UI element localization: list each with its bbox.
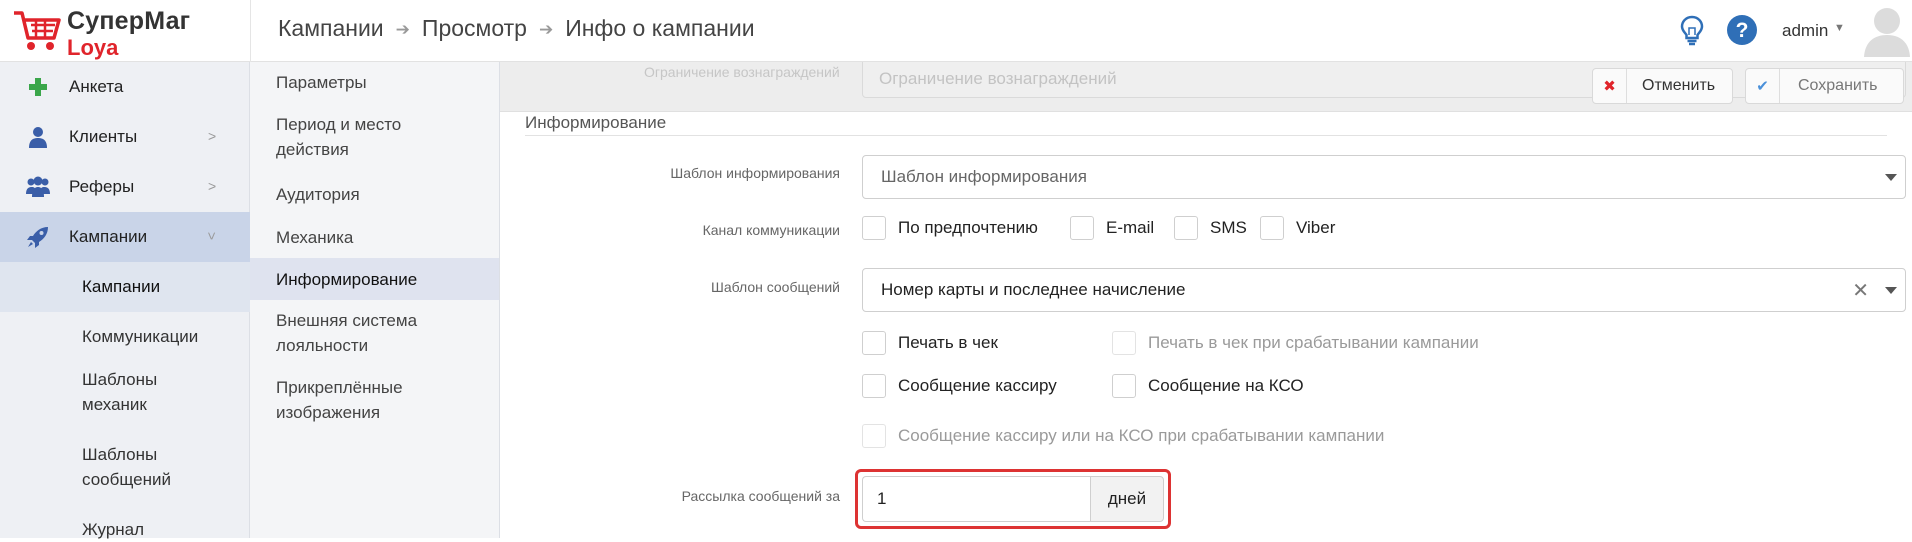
template-select-value: Шаблон информирования xyxy=(881,167,1087,186)
checkbox-box[interactable] xyxy=(862,424,886,448)
checkbox-box[interactable] xyxy=(1112,374,1136,398)
checkbox-box[interactable] xyxy=(862,374,886,398)
chevron-right-icon: > xyxy=(208,128,217,144)
caret-down-icon xyxy=(1885,287,1897,294)
kso-message-checkbox[interactable]: Сообщение на КСО xyxy=(1112,374,1304,398)
lightbulb-icon[interactable] xyxy=(1676,14,1708,46)
avatar[interactable] xyxy=(1863,3,1911,57)
checkbox-label: SMS xyxy=(1210,218,1247,237)
main-content: Ограничение вознаграждений Ограничение в… xyxy=(500,58,1912,538)
users-icon xyxy=(26,176,50,197)
chevron-down-icon[interactable]: ▼ xyxy=(1834,22,1845,34)
section-nav: Параметры Период и место действия Аудито… xyxy=(250,62,500,538)
sidebar-subitem-message-templates[interactable]: Шаблоны сообщений xyxy=(0,442,175,492)
action-bar: Ограничение вознаграждений Ограничение в… xyxy=(500,58,1912,112)
svg-text:?: ? xyxy=(1736,19,1749,42)
template-label: Шаблон информирования xyxy=(670,165,840,181)
cashier-message-checkbox[interactable]: Сообщение кассиру xyxy=(862,374,1057,398)
mailing-days-input[interactable]: 1 xyxy=(862,476,1090,522)
sidebar-subitem-campaigns[interactable]: Кампании xyxy=(0,262,250,312)
mailing-days-unit: дней xyxy=(1090,476,1164,522)
plus-icon xyxy=(29,78,47,96)
help-icon[interactable]: ? xyxy=(1726,14,1758,46)
checkbox-box[interactable] xyxy=(1260,216,1284,240)
section-item-mechanics[interactable]: Механика xyxy=(250,225,499,250)
sidebar-item-campaigns[interactable]: Кампании > xyxy=(0,212,250,262)
section-title: Информирование xyxy=(525,113,667,132)
arrow-right-icon: ➔ xyxy=(395,19,410,39)
section-item-period-place[interactable]: Период и место действия xyxy=(250,112,420,162)
template-select[interactable]: Шаблон информирования xyxy=(862,155,1906,199)
section-item-external-loyalty[interactable]: Внешняя система лояльности xyxy=(250,308,440,358)
mailing-label: Рассылка сообщений за xyxy=(681,488,840,504)
header-divider xyxy=(250,0,251,62)
sidebar-item-label: Кампании xyxy=(69,227,148,246)
cancel-label: Отменить xyxy=(1642,77,1716,94)
channel-preference-checkbox[interactable]: По предпочтению xyxy=(862,216,1038,240)
channel-viber-checkbox[interactable]: Viber xyxy=(1260,216,1335,240)
main-sidebar: Анкета Клиенты > Реферы > Кампании > Кам… xyxy=(0,62,250,539)
checkbox-box[interactable] xyxy=(1070,216,1094,240)
print-receipt-checkbox[interactable]: Печать в чек xyxy=(862,331,998,355)
sidebar-subitem-communications[interactable]: Коммуникации xyxy=(0,312,250,362)
caret-down-icon xyxy=(1885,174,1897,181)
section-item-informing[interactable]: Информирование xyxy=(250,258,499,300)
chevron-down-icon: > xyxy=(204,231,221,241)
sidebar-item-clients[interactable]: Клиенты > xyxy=(0,112,250,162)
checkbox-label: Печать в чек xyxy=(898,333,998,352)
sidebar-item-questionnaire[interactable]: Анкета xyxy=(0,62,250,112)
user-icon xyxy=(29,127,47,148)
checkbox-box[interactable] xyxy=(1112,331,1136,355)
breadcrumb-item-info: Инфо о кампании xyxy=(565,15,755,41)
save-label: Сохранить xyxy=(1798,77,1878,94)
checkbox-label: Сообщение кассиру xyxy=(898,376,1057,395)
logo-subtitle: Loya xyxy=(67,35,119,60)
sidebar-subitem-mechanic-templates[interactable]: Шаблоны механик xyxy=(0,367,175,417)
arrow-right-icon: ➔ xyxy=(538,19,554,39)
section-item-parameters[interactable]: Параметры xyxy=(250,70,499,95)
message-template-select[interactable]: Номер карты и последнее начисление ✕ xyxy=(862,268,1906,312)
sidebar-subitem-journal[interactable]: Журнал xyxy=(0,517,250,542)
app-logo[interactable]: СуперМаг Loya xyxy=(10,3,250,60)
section-item-audience[interactable]: Аудитория xyxy=(250,182,499,207)
message-template-value: Номер карты и последнее начисление xyxy=(881,280,1186,299)
user-menu[interactable]: admin xyxy=(1782,21,1828,41)
channel-label: Канал коммуникации xyxy=(702,222,840,238)
print-receipt-trigger-checkbox[interactable]: Печать в чек при срабатывании кампании xyxy=(1112,331,1479,355)
close-icon: ✖ xyxy=(1593,69,1627,103)
cart-icon xyxy=(14,11,61,50)
clear-icon[interactable]: ✕ xyxy=(1852,278,1869,303)
top-header: СуперМаг Loya Кампании ➔ Просмотр ➔ Инфо… xyxy=(0,0,1912,62)
check-icon: ✔ xyxy=(1746,69,1780,103)
reward-limit-label: Ограничение вознаграждений xyxy=(644,64,840,80)
sidebar-item-referrers[interactable]: Реферы > xyxy=(0,162,250,212)
checkbox-box[interactable] xyxy=(1174,216,1198,240)
channel-sms-checkbox[interactable]: SMS xyxy=(1174,216,1247,240)
message-template-label: Шаблон сообщений xyxy=(710,279,840,295)
cashier-or-kso-trigger-checkbox[interactable]: Сообщение кассиру или на КСО при срабаты… xyxy=(862,424,1384,448)
checkbox-box[interactable] xyxy=(862,216,886,240)
section-item-attached-images[interactable]: Прикреплённые изображения xyxy=(250,375,420,425)
breadcrumb-item-view[interactable]: Просмотр xyxy=(422,15,527,42)
checkbox-label: Сообщение кассиру или на КСО при срабаты… xyxy=(898,426,1385,445)
sidebar-item-label: Анкета xyxy=(69,77,124,96)
checkbox-box[interactable] xyxy=(862,331,886,355)
save-button[interactable]: ✔ Сохранить xyxy=(1745,68,1904,104)
sidebar-item-label: Клиенты xyxy=(69,127,138,146)
logo-title: СуперМаг xyxy=(67,7,191,35)
breadcrumb: Кампании ➔ Просмотр ➔ Инфо о кампании xyxy=(278,15,755,42)
chevron-right-icon: > xyxy=(208,178,217,194)
checkbox-label: Печать в чек при срабатывании кампании xyxy=(1148,333,1479,352)
cancel-button[interactable]: ✖ Отменить xyxy=(1592,68,1733,104)
channel-email-checkbox[interactable]: E-mail xyxy=(1070,216,1154,240)
sidebar-item-label: Реферы xyxy=(69,177,135,196)
rocket-icon xyxy=(27,227,48,248)
checkbox-label: Сообщение на КСО xyxy=(1148,376,1304,395)
checkbox-label: По предпочтению xyxy=(898,218,1038,237)
breadcrumb-item-campaigns[interactable]: Кампании xyxy=(278,15,384,42)
checkbox-label: Viber xyxy=(1296,218,1336,237)
checkbox-label: E-mail xyxy=(1106,218,1155,237)
section-divider xyxy=(525,135,1887,136)
